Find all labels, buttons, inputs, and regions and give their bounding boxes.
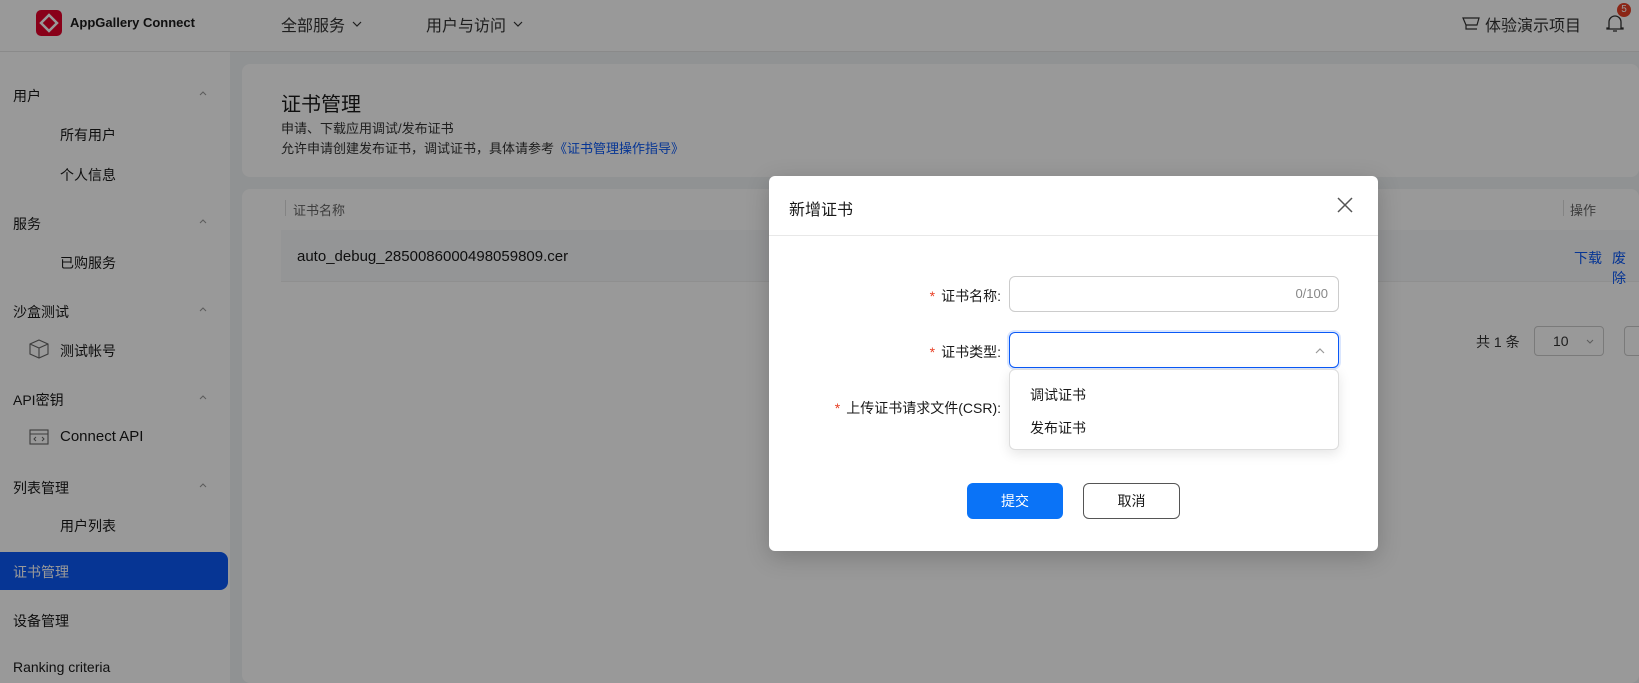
cancel-button[interactable]: 取消 (1083, 483, 1180, 519)
chevron-up-icon (1315, 348, 1325, 354)
close-icon[interactable] (1334, 194, 1356, 216)
required-mark: * (834, 400, 841, 416)
dialog-title: 新增证书 (789, 202, 854, 219)
cert-name-label: * 证书名称: (905, 286, 1001, 306)
submit-button[interactable]: 提交 (967, 483, 1063, 519)
cert-type-label-text: 证书类型: (941, 344, 1001, 360)
cert-type-dropdown: 调试证书 发布证书 (1009, 369, 1339, 450)
csr-upload-label: * 上传证书请求文件(CSR): (812, 398, 1001, 418)
char-counter: 0/100 (1295, 286, 1328, 301)
option-release-cert[interactable]: 发布证书 (1030, 418, 1086, 438)
csr-upload-label-text: 上传证书请求文件(CSR): (846, 400, 1001, 416)
dialog-divider (769, 235, 1378, 236)
cert-type-select[interactable] (1009, 332, 1339, 368)
cert-type-label: * 证书类型: (905, 342, 1001, 362)
option-debug-cert[interactable]: 调试证书 (1030, 385, 1086, 405)
required-mark: * (929, 288, 936, 304)
required-mark: * (929, 344, 936, 360)
add-cert-dialog: 新增证书 * 证书名称: 0/100 * 证书类型: * 上传证书请求文件(CSR):… (769, 176, 1378, 551)
cert-name-label-text: 证书名称: (941, 288, 1001, 304)
cert-name-input[interactable]: 0/100 (1009, 276, 1339, 312)
